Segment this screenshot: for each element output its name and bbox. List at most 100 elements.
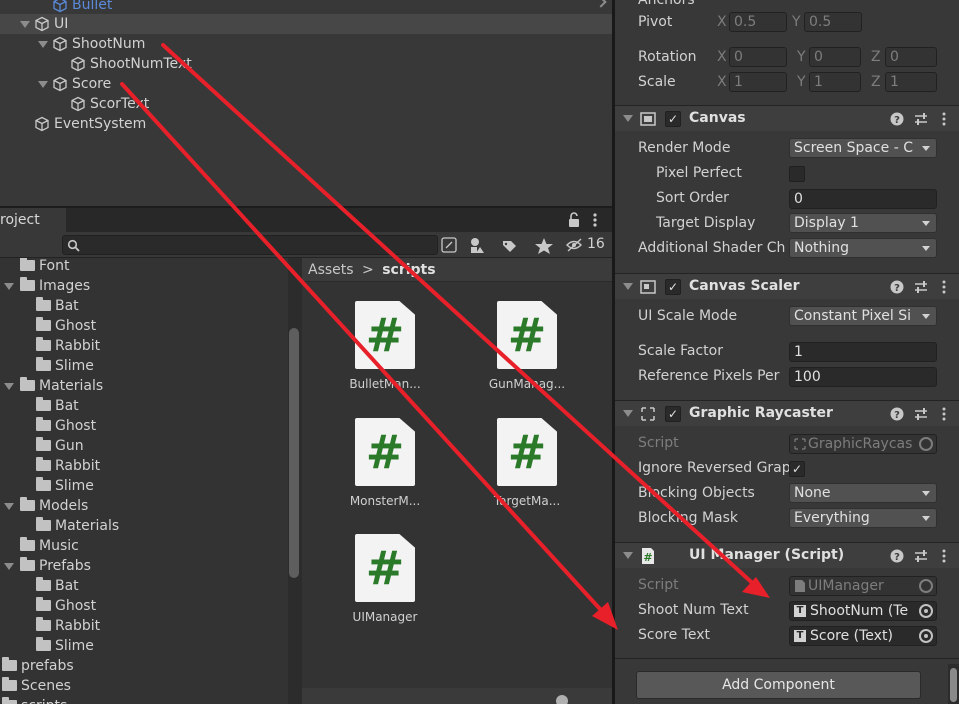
component-menu-icon[interactable]: [942, 549, 946, 563]
help-icon[interactable]: ?: [890, 112, 904, 127]
folder-tree-item[interactable]: Models: [4, 496, 88, 516]
filter-by-label-icon[interactable]: [503, 241, 516, 252]
rotation-z-field[interactable]: 0: [885, 47, 937, 67]
blocking-mask-dropdown[interactable]: Everything: [789, 508, 937, 528]
folder-tree-item[interactable]: Slime: [36, 476, 94, 496]
hierarchy-item[interactable]: ShootNumText: [0, 54, 612, 74]
rotation-x-axis[interactable]: X: [717, 49, 727, 65]
rotation-z-axis[interactable]: Z: [871, 49, 881, 65]
presets-icon[interactable]: [915, 113, 927, 125]
presets-icon[interactable]: [915, 550, 927, 562]
tab-project[interactable]: roject: [0, 208, 66, 232]
scale-x-field[interactable]: 1: [729, 72, 787, 92]
hidden-packages-icon[interactable]: [566, 238, 582, 252]
target-display-dropdown[interactable]: Display 1: [789, 213, 937, 233]
ui-manager-component-header[interactable]: # UI Manager (Script) ?: [615, 542, 959, 568]
folder-tree-item[interactable]: Slime: [36, 356, 94, 376]
scale-y-field[interactable]: 1: [809, 72, 861, 92]
breadcrumb-scripts[interactable]: scripts: [382, 262, 435, 278]
folder-tree-item[interactable]: Materials: [4, 376, 103, 396]
folder-tree-item[interactable]: Images: [4, 276, 90, 296]
asset-tile[interactable]: # UIManager: [335, 534, 435, 624]
canvas-enabled-checkbox[interactable]: ✓: [665, 111, 681, 127]
folder-tree-item[interactable]: scripts: [2, 696, 67, 704]
shoot-num-text-field[interactable]: T ShootNum (Te: [789, 601, 937, 621]
reference-pixels-field[interactable]: 100: [789, 367, 937, 387]
hierarchy-item[interactable]: UI: [0, 14, 612, 34]
folder-tree-item[interactable]: Materials: [36, 516, 119, 536]
folder-tree-item[interactable]: Bat: [36, 396, 79, 416]
folder-tree-item[interactable]: Rabbit: [36, 336, 100, 356]
pivot-x-field[interactable]: 0.5: [729, 12, 787, 32]
pivot-y-axis[interactable]: Y: [792, 14, 801, 30]
presets-icon[interactable]: [915, 408, 927, 420]
inspector-scrollbar[interactable]: [948, 664, 959, 704]
folder-tree-item[interactable]: Font: [20, 258, 69, 276]
folder-tree-item[interactable]: Rabbit: [36, 456, 100, 476]
pivot-y-field[interactable]: 0.5: [804, 12, 862, 32]
filter-by-type-icon[interactable]: [471, 238, 484, 253]
object-picker-icon[interactable]: [919, 579, 933, 593]
breadcrumb-assets[interactable]: Assets: [308, 262, 354, 278]
scene-search-icon[interactable]: [441, 237, 457, 253]
scale-z-axis[interactable]: Z: [871, 74, 881, 90]
pixel-perfect-checkbox[interactable]: [789, 166, 805, 182]
shader-channels-dropdown[interactable]: Nothing: [789, 238, 937, 258]
hierarchy-item[interactable]: ShootNum: [0, 34, 612, 54]
graphic-raycaster-component-header[interactable]: ✓ Graphic Raycaster ?: [615, 400, 959, 426]
asset-tile[interactable]: # TargetMa...: [477, 418, 577, 508]
folder-tree-scroll-thumb[interactable]: [289, 328, 299, 578]
folder-tree-item[interactable]: prefabs: [2, 656, 74, 676]
canvas-scaler-component-header[interactable]: ✓ Canvas Scaler ?: [615, 273, 959, 299]
hierarchy-item[interactable]: Bullet: [0, 0, 612, 15]
component-menu-icon[interactable]: [942, 112, 946, 126]
folder-tree-item[interactable]: Slime: [36, 636, 94, 656]
foldout-arrow-icon[interactable]: [4, 383, 14, 390]
rotation-y-axis[interactable]: Y: [797, 49, 806, 65]
score-text-field[interactable]: T Score (Text): [789, 626, 937, 646]
foldout-arrow-icon[interactable]: [4, 283, 14, 290]
foldout-arrow-icon[interactable]: [38, 40, 48, 48]
help-icon[interactable]: ?: [890, 280, 904, 295]
kebab-menu-icon[interactable]: [593, 213, 597, 227]
folder-tree-item[interactable]: Rabbit: [36, 616, 100, 636]
folder-tree-item[interactable]: Scenes: [2, 676, 71, 696]
lock-icon[interactable]: [569, 212, 579, 227]
add-component-button[interactable]: Add Component: [636, 671, 921, 699]
hierarchy-item[interactable]: EventSystem: [0, 114, 612, 134]
folder-tree-item[interactable]: Gun: [36, 436, 84, 456]
foldout-arrow-icon[interactable]: [20, 20, 30, 28]
render-mode-dropdown[interactable]: Screen Space - C: [789, 138, 937, 158]
component-menu-icon[interactable]: [942, 407, 946, 421]
scale-z-field[interactable]: 1: [885, 72, 937, 92]
asset-tile[interactable]: # MonsterM...: [335, 418, 435, 508]
asset-tile[interactable]: # BulletMan...: [335, 301, 435, 391]
rotation-y-field[interactable]: 0: [809, 47, 861, 67]
favorites-star-icon[interactable]: [535, 238, 553, 254]
help-icon[interactable]: ?: [890, 549, 904, 564]
icon-size-slider[interactable]: [556, 695, 568, 704]
folder-tree-item[interactable]: Prefabs: [4, 556, 91, 576]
ui-manager-script-field[interactable]: UIManager: [789, 576, 937, 596]
sort-order-field[interactable]: 0: [789, 189, 937, 209]
inspector-scroll-thumb[interactable]: [950, 668, 957, 702]
object-picker-icon[interactable]: [919, 437, 933, 451]
folder-tree-item[interactable]: Bat: [36, 296, 79, 316]
canvas-scaler-enabled-checkbox[interactable]: ✓: [665, 279, 681, 295]
ignore-reversed-checkbox[interactable]: ✓: [789, 461, 805, 477]
foldout-arrow-icon[interactable]: [4, 503, 14, 510]
component-menu-icon[interactable]: [942, 280, 946, 294]
ui-manager-foldout-icon[interactable]: [623, 552, 633, 559]
scale-x-axis[interactable]: X: [717, 74, 727, 90]
rotation-x-field[interactable]: 0: [729, 47, 787, 67]
folder-tree-item[interactable]: Ghost: [36, 596, 96, 616]
presets-icon[interactable]: [915, 281, 927, 293]
pivot-x-axis[interactable]: X: [717, 14, 727, 30]
canvas-component-header[interactable]: ✓ Canvas ?: [615, 105, 959, 131]
asset-tile[interactable]: # GunManag...: [477, 301, 577, 391]
canvas-foldout-icon[interactable]: [623, 115, 633, 122]
graphic-raycaster-enabled-checkbox[interactable]: ✓: [665, 406, 681, 422]
scale-factor-field[interactable]: 1: [789, 342, 937, 362]
canvas-scaler-foldout-icon[interactable]: [623, 283, 633, 290]
hierarchy-item[interactable]: ScorText: [0, 94, 612, 114]
